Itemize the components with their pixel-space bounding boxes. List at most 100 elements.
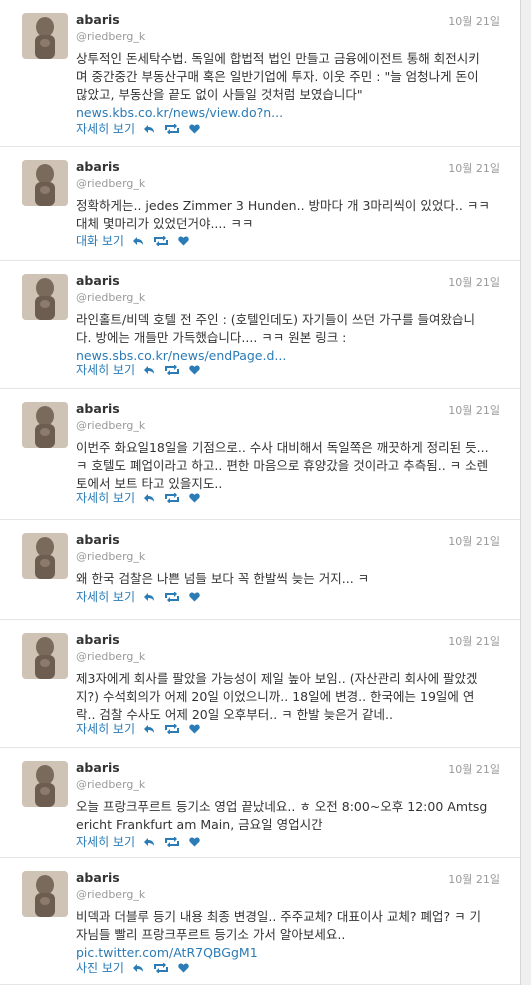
tweet-timestamp[interactable]: 10월 21일 bbox=[448, 13, 500, 29]
tweet-body: 라인홀트/비덱 호텔 전 주인 : (호텔인데도) 자기들이 쓰던 가구를 들여… bbox=[76, 312, 475, 345]
tweet-link[interactable]: news.kbs.co.kr/news/view.do?n... bbox=[76, 105, 283, 120]
tweet-timestamp[interactable]: 10월 21일 bbox=[448, 761, 500, 777]
tweet-timestamp[interactable]: 10월 21일 bbox=[448, 871, 500, 887]
heart-icon[interactable] bbox=[189, 365, 200, 375]
tweet-text: 비덱과 더블루 등기 내용 최종 변경일.. 주주교체? 대표이사 교체? 폐업… bbox=[76, 908, 490, 962]
heart-icon[interactable] bbox=[189, 724, 200, 734]
tweet-actions: 자세히 보기 bbox=[76, 588, 210, 605]
tweet-item[interactable]: abaris @riedberg_k 10월 21일 이번주 화요일18일을 기… bbox=[0, 389, 520, 520]
tweet-text: 제3자에게 회사를 팔았을 가능성이 제일 높아 보임.. (자산관리 회사에 … bbox=[76, 670, 490, 724]
tweet-timestamp[interactable]: 10월 21일 bbox=[448, 533, 500, 549]
tweet-item[interactable]: abaris @riedberg_k 10월 21일 정확하게는.. jedes… bbox=[0, 147, 520, 261]
tweet-actions: 자세히 보기 bbox=[76, 361, 210, 378]
expand-link[interactable]: 자세히 보기 bbox=[76, 489, 135, 506]
tweet-timestamp[interactable]: 10월 21일 bbox=[448, 274, 500, 290]
tweet-actions: 대화 보기 bbox=[76, 232, 199, 249]
retweet-icon[interactable] bbox=[153, 962, 168, 973]
heart-icon[interactable] bbox=[189, 837, 200, 847]
retweet-icon[interactable] bbox=[153, 235, 168, 246]
author-name[interactable]: abaris bbox=[76, 12, 120, 27]
tweet-text: 왜 한국 검찰은 나쁜 넘들 보다 꼭 한발씩 늦는 거지... ㅋ bbox=[76, 570, 490, 588]
tweet-link[interactable]: pic.twitter.com/AtR7QBGgM1 bbox=[76, 945, 258, 960]
tweet-item[interactable]: abaris @riedberg_k 10월 21일 왜 한국 검찰은 나쁜 넘… bbox=[0, 520, 520, 620]
tweet-body: 오늘 프랑크푸르트 등기소 영업 끝났네요.. ㅎ 오전 8:00~오후 12:… bbox=[76, 799, 488, 832]
author-handle: @riedberg_k bbox=[76, 550, 146, 563]
avatar[interactable] bbox=[22, 402, 68, 448]
author-handle: @riedberg_k bbox=[76, 291, 146, 304]
tweet-body: 이번주 화요일18일을 기점으로.. 수사 대비해서 독일쪽은 깨끗하게 정리된… bbox=[76, 440, 489, 491]
author-name[interactable]: abaris bbox=[76, 532, 120, 547]
author-handle: @riedberg_k bbox=[76, 888, 146, 901]
reply-icon[interactable] bbox=[143, 124, 155, 134]
reply-icon[interactable] bbox=[143, 592, 155, 602]
tweet-text: 오늘 프랑크푸르트 등기소 영업 끝났네요.. ㅎ 오전 8:00~오후 12:… bbox=[76, 798, 490, 834]
author-handle: @riedberg_k bbox=[76, 177, 146, 190]
tweet-text: 정확하게는.. jedes Zimmer 3 Hunden.. 방마다 개 3마… bbox=[76, 197, 490, 233]
tweet-timestamp[interactable]: 10월 21일 bbox=[448, 402, 500, 418]
tweet-body: 제3자에게 회사를 팔았을 가능성이 제일 높아 보임.. (자산관리 회사에 … bbox=[76, 671, 478, 722]
avatar[interactable] bbox=[22, 533, 68, 579]
tweet-actions: 자세히 보기 bbox=[76, 720, 210, 737]
retweet-icon[interactable] bbox=[165, 723, 180, 734]
expand-link[interactable]: 자세히 보기 bbox=[76, 588, 135, 605]
tweet-actions: 사진 보기 bbox=[76, 959, 199, 976]
expand-link[interactable]: 자세히 보기 bbox=[76, 361, 135, 378]
author-name[interactable]: abaris bbox=[76, 760, 120, 775]
tweet-item[interactable]: abaris @riedberg_k 10월 21일 오늘 프랑크푸르트 등기소… bbox=[0, 748, 520, 858]
tweet-text: 라인홀트/비덱 호텔 전 주인 : (호텔인데도) 자기들이 쓰던 가구를 들여… bbox=[76, 311, 490, 365]
author-name[interactable]: abaris bbox=[76, 632, 120, 647]
conversation-link[interactable]: 대화 보기 bbox=[76, 232, 124, 249]
retweet-icon[interactable] bbox=[165, 123, 180, 134]
reply-icon[interactable] bbox=[132, 963, 144, 973]
tweet-body: 비덱과 더블루 등기 내용 최종 변경일.. 주주교체? 대표이사 교체? 폐업… bbox=[76, 909, 482, 942]
reply-icon[interactable] bbox=[143, 837, 155, 847]
tweet-timestamp[interactable]: 10월 21일 bbox=[448, 160, 500, 176]
tweet-body: 정확하게는.. jedes Zimmer 3 Hunden.. 방마다 개 3마… bbox=[76, 198, 490, 231]
heart-icon[interactable] bbox=[189, 124, 200, 134]
heart-icon[interactable] bbox=[178, 963, 189, 973]
reply-icon[interactable] bbox=[143, 724, 155, 734]
tweet-item[interactable]: abaris @riedberg_k 10월 21일 비덱과 더블루 등기 내용… bbox=[0, 858, 520, 985]
heart-icon[interactable] bbox=[189, 592, 200, 602]
tweet-text: 상투적인 돈세탁수법. 독일에 합법적 법인 만들고 금융에이전트 통해 회전시… bbox=[76, 50, 490, 122]
author-handle: @riedberg_k bbox=[76, 30, 146, 43]
author-handle: @riedberg_k bbox=[76, 650, 146, 663]
retweet-icon[interactable] bbox=[165, 364, 180, 375]
tweet-actions: 자세히 보기 bbox=[76, 489, 210, 506]
expand-link[interactable]: 자세히 보기 bbox=[76, 720, 135, 737]
retweet-icon[interactable] bbox=[165, 836, 180, 847]
page-gutter bbox=[521, 0, 531, 985]
retweet-icon[interactable] bbox=[165, 492, 180, 503]
expand-link[interactable]: 자세히 보기 bbox=[76, 833, 135, 850]
tweet-item[interactable]: abaris @riedberg_k 10월 21일 상투적인 돈세탁수법. 독… bbox=[0, 0, 520, 147]
tweet-body: 상투적인 돈세탁수법. 독일에 합법적 법인 만들고 금융에이전트 통해 회전시… bbox=[76, 51, 480, 102]
tweet-timeline: abaris @riedberg_k 10월 21일 상투적인 돈세탁수법. 독… bbox=[0, 0, 521, 985]
tweet-actions: 자세히 보기 bbox=[76, 120, 210, 137]
retweet-icon[interactable] bbox=[165, 591, 180, 602]
author-handle: @riedberg_k bbox=[76, 778, 146, 791]
heart-icon[interactable] bbox=[178, 236, 189, 246]
tweet-timestamp[interactable]: 10월 21일 bbox=[448, 633, 500, 649]
avatar[interactable] bbox=[22, 274, 68, 320]
heart-icon[interactable] bbox=[189, 493, 200, 503]
expand-link[interactable]: 자세히 보기 bbox=[76, 120, 135, 137]
reply-icon[interactable] bbox=[132, 236, 144, 246]
reply-icon[interactable] bbox=[143, 493, 155, 503]
tweet-text: 이번주 화요일18일을 기점으로.. 수사 대비해서 독일쪽은 깨끗하게 정리된… bbox=[76, 439, 490, 493]
avatar[interactable] bbox=[22, 633, 68, 679]
author-name[interactable]: abaris bbox=[76, 401, 120, 416]
author-name[interactable]: abaris bbox=[76, 870, 120, 885]
avatar[interactable] bbox=[22, 13, 68, 59]
tweet-item[interactable]: abaris @riedberg_k 10월 21일 제3자에게 회사를 팔았을… bbox=[0, 620, 520, 748]
view-photo-link[interactable]: 사진 보기 bbox=[76, 959, 124, 976]
author-name[interactable]: abaris bbox=[76, 159, 120, 174]
avatar[interactable] bbox=[22, 871, 68, 917]
tweet-item[interactable]: abaris @riedberg_k 10월 21일 라인홀트/비덱 호텔 전 … bbox=[0, 261, 520, 389]
reply-icon[interactable] bbox=[143, 365, 155, 375]
avatar[interactable] bbox=[22, 761, 68, 807]
author-handle: @riedberg_k bbox=[76, 419, 146, 432]
tweet-actions: 자세히 보기 bbox=[76, 833, 210, 850]
avatar[interactable] bbox=[22, 160, 68, 206]
author-name[interactable]: abaris bbox=[76, 273, 120, 288]
tweet-body: 왜 한국 검찰은 나쁜 넘들 보다 꼭 한발씩 늦는 거지... ㅋ bbox=[76, 571, 370, 586]
